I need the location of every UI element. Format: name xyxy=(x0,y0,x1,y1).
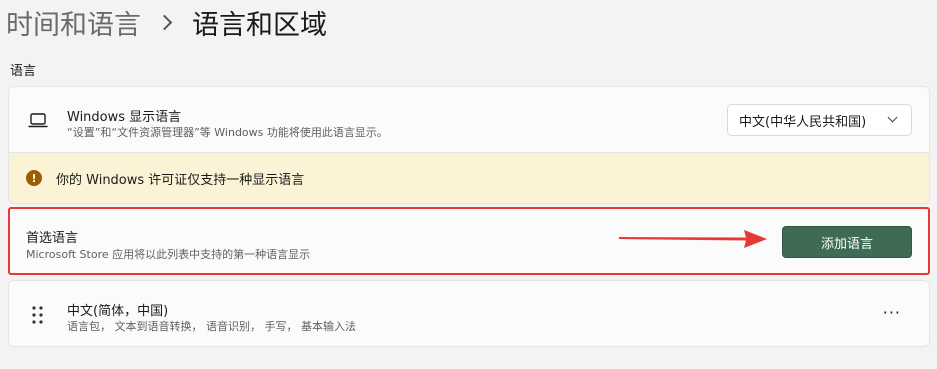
display-language-description: “设置”和“文件资源管理器”等 Windows 功能将使用此语言显示。 xyxy=(67,126,388,139)
preferred-languages-title: 首选语言 xyxy=(26,231,79,246)
red-arrow-annotation xyxy=(619,230,767,248)
more-options-icon[interactable]: ··· xyxy=(883,305,901,321)
language-list-item[interactable]: 中文(简体，中国) 语言包， 文本到语音转换， 语音识别， 手写， 基本输入法 … xyxy=(8,280,930,347)
breadcrumb: 时间和语言 语言和区域 xyxy=(6,2,327,42)
display-language-title: Windows 显示语言 xyxy=(67,110,182,125)
chevron-right-icon xyxy=(156,14,173,30)
drag-handle-icon[interactable] xyxy=(31,305,45,325)
laptop-icon xyxy=(28,113,48,128)
language-name: 中文(简体，中国) xyxy=(67,304,169,319)
breadcrumb-parent-time-language[interactable]: 时间和语言 xyxy=(6,3,141,42)
language-features: 语言包， 文本到语音转换， 语音识别， 手写， 基本输入法 xyxy=(67,320,356,333)
preferred-languages-card: 首选语言 Microsoft Store 应用将以此列表中支持的第一种语言显示 … xyxy=(8,207,930,275)
warning-icon: ! xyxy=(26,170,42,186)
add-language-button[interactable]: 添加语言 xyxy=(782,226,912,258)
chevron-down-icon xyxy=(887,112,898,123)
display-language-card: Windows 显示语言 “设置”和“文件资源管理器”等 Windows 功能将… xyxy=(8,86,930,153)
display-language-selected-value: 中文(中华人民共和国) xyxy=(739,114,867,130)
license-warning-text: 你的 Windows 许可证仅支持一种显示语言 xyxy=(56,172,305,188)
license-warning-banner: ! 你的 Windows 许可证仅支持一种显示语言 xyxy=(8,153,930,204)
section-label-language: 语言 xyxy=(10,64,37,79)
page-title: 语言和区域 xyxy=(192,9,327,41)
display-language-dropdown[interactable]: 中文(中华人民共和国) xyxy=(727,104,912,136)
preferred-languages-description: Microsoft Store 应用将以此列表中支持的第一种语言显示 xyxy=(26,248,311,261)
